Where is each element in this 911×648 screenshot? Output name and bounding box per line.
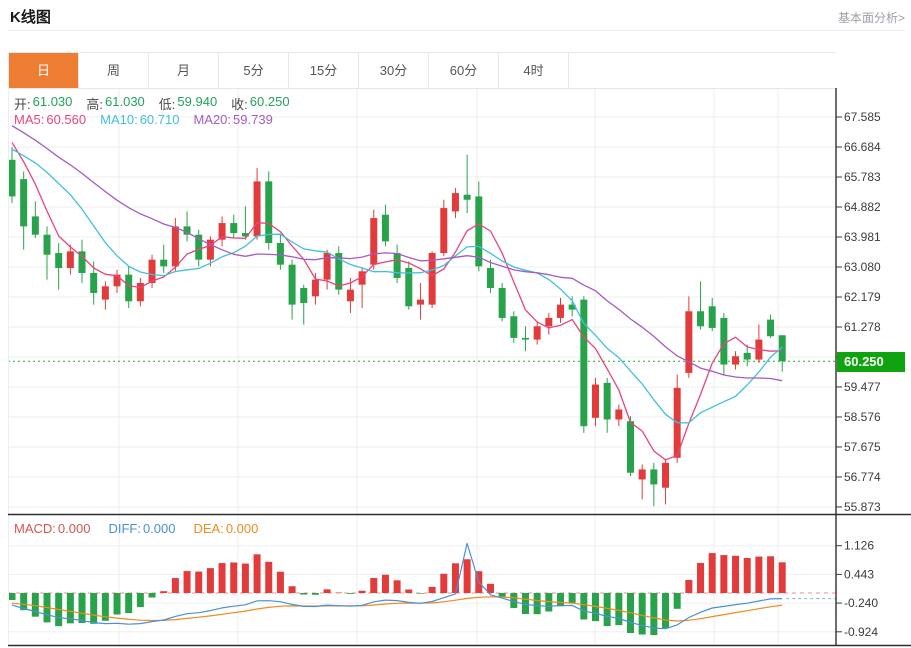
readout-item: 收:60.250 [231, 94, 289, 113]
price-tick-label: 62.179 [844, 290, 881, 304]
macd-tick-label: -0.240 [844, 596, 878, 610]
readout-value: 59.940 [177, 94, 217, 113]
readout-value: 0.000 [58, 521, 91, 536]
readout-value: 59.739 [233, 112, 273, 127]
macd-tick-label: 1.126 [844, 539, 874, 553]
tab-period-6[interactable]: 60分 [429, 53, 499, 88]
readout-value: 61.030 [33, 94, 73, 113]
readout-item: 开:61.030 [14, 94, 72, 113]
readout-item: MA5:60.560 [14, 112, 86, 127]
price-tick-label: 65.783 [844, 170, 881, 184]
readout-item: MACD:0.000 [14, 521, 90, 536]
price-tick-label: 61.278 [844, 320, 881, 334]
readout-item: 高:61.030 [86, 94, 144, 113]
readout-item: MA20:59.739 [193, 112, 272, 127]
readout-item: 低:59.940 [159, 94, 217, 113]
price-tick-label: 55.873 [844, 500, 881, 514]
macd-histogram-layer [9, 553, 786, 635]
price-axis-labels: 67.585 66.684 65.783 64.882 63.981 63.080 62.1… [836, 110, 881, 639]
readout-label: 收: [231, 94, 248, 113]
readout-item: DIFF:0.000 [108, 521, 175, 536]
tab-period-4[interactable]: 15分 [289, 53, 359, 88]
page-title: K线图 [10, 6, 51, 27]
readout-value: 0.000 [143, 521, 176, 536]
readout-value: 60.250 [250, 94, 290, 113]
tab-period-1[interactable]: 周 [79, 53, 149, 88]
price-tick-label: 56.774 [844, 470, 881, 484]
price-tick-label: 64.882 [844, 200, 881, 214]
readout-label: 开: [14, 94, 31, 113]
price-tick-label: 59.477 [844, 380, 881, 394]
tab-period-3[interactable]: 5分 [219, 53, 289, 88]
ohlc-readout-row: 开:61.030高:61.030低:59.940收:60.250 [14, 94, 290, 113]
macd-readout-row: MACD:0.000DIFF:0.000DEA:0.000 [14, 521, 258, 536]
ma20-line [12, 126, 782, 381]
macd-tick-label: -0.924 [844, 625, 878, 639]
readout-item: DEA:0.000 [193, 521, 258, 536]
readout-value: 60.710 [140, 112, 180, 127]
readout-label: 低: [159, 94, 176, 113]
tab-period-2[interactable]: 月 [149, 53, 219, 88]
macd-tick-label: 0.443 [844, 567, 874, 581]
readout-item: MA10:60.710 [100, 112, 179, 127]
candlestick-chart-canvas[interactable]: 67.585 66.684 65.783 64.882 63.981 63.080 62.1… [8, 88, 911, 648]
readout-value: 60.560 [46, 112, 86, 127]
kline-page: K线图 基本面分析> 日周月5分15分30分60分4时 67.585 66.684… [0, 0, 911, 648]
readout-value: 0.000 [226, 521, 259, 536]
price-tick-label: 57.675 [844, 440, 881, 454]
price-tick-label: 67.585 [844, 110, 881, 124]
readout-label: MA20: [193, 112, 231, 127]
readout-label: 高: [86, 94, 103, 113]
readout-label: DIFF: [108, 521, 141, 536]
fundamental-analysis-link[interactable]: 基本面分析> [838, 9, 905, 26]
price-tick-label: 63.981 [844, 230, 881, 244]
period-tab-bar: 日周月5分15分30分60分4时 [8, 52, 836, 89]
readout-label: DEA: [193, 521, 223, 536]
readout-label: MACD: [14, 521, 56, 536]
last-price-badge: 60.250 [837, 352, 905, 372]
readout-label: MA5: [14, 112, 44, 127]
ma-readout-row: MA5:60.560 MA10:60.710 MA20:59.739 [14, 112, 273, 127]
tab-period-0[interactable]: 日 [9, 53, 79, 88]
readout-label: MA10: [100, 112, 138, 127]
readout-value: 61.030 [105, 94, 145, 113]
price-tick-label: 66.684 [844, 140, 881, 154]
title-divider [8, 30, 905, 31]
price-tick-label: 63.080 [844, 260, 881, 274]
tab-period-5[interactable]: 30分 [359, 53, 429, 88]
tab-period-7[interactable]: 4时 [499, 53, 569, 88]
price-tick-label: 58.576 [844, 410, 881, 424]
